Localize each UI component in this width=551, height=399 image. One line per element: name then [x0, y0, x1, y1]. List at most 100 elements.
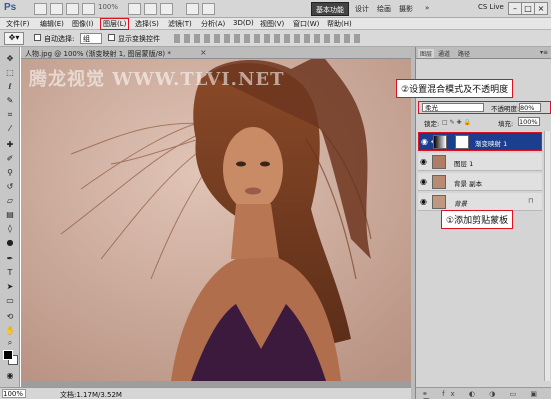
menu-bar: 文件(F) 编辑(E) 图像(I) 图层(L) 选择(S) 滤镜(T) 分析(A…: [0, 18, 551, 30]
workspace-photography-link[interactable]: 摄影: [399, 4, 413, 14]
arrange-documents-button[interactable]: [186, 3, 199, 15]
healing-brush-tool-icon[interactable]: ✚: [4, 139, 16, 150]
auto-select-checkbox[interactable]: [34, 34, 41, 41]
brush-tool-icon[interactable]: ✐: [4, 153, 16, 164]
fill-input[interactable]: 100%: [518, 117, 540, 126]
layer-actions-icons[interactable]: ⚭ fx ◐ ◑ ▭ ▣ 🗑: [422, 390, 551, 399]
menu-help[interactable]: 帮助(H): [325, 19, 354, 29]
layer-row-background-copy[interactable]: ◉ 背景 副本: [418, 173, 542, 191]
lock-fill-row: 锁定: □ ✎ ✚ 🔒 填充: 100%: [418, 117, 550, 128]
app-zoom-level[interactable]: 100%: [98, 3, 118, 11]
menu-file[interactable]: 文件(F): [4, 19, 32, 29]
image-canvas[interactable]: 腾龙视觉 WWW.TLVI.NET: [21, 59, 411, 381]
blend-mode-dropdown[interactable]: 柔光: [422, 103, 484, 112]
workspace-design-link[interactable]: 设计: [355, 4, 369, 14]
bridge-button[interactable]: [34, 3, 47, 15]
layers-scrollbar[interactable]: [544, 131, 550, 381]
quick-select-tool-icon[interactable]: ✎: [4, 95, 16, 106]
foreground-color-swatch[interactable]: [3, 350, 13, 360]
menu-layer[interactable]: 图层(L): [100, 18, 130, 30]
layer-thumbnail: [432, 175, 446, 189]
layer-name: 背景: [454, 200, 467, 208]
layer-row-gradient-map[interactable]: ◉ ↲ 渐变映射 1: [418, 132, 542, 151]
layer-row-layer1[interactable]: ◉ 图层 1: [418, 153, 542, 171]
visibility-eye-icon[interactable]: ◉: [420, 177, 429, 186]
view-extras-button[interactable]: [66, 3, 79, 15]
rotate-view-button[interactable]: [160, 3, 173, 15]
workspace-painting-link[interactable]: 绘画: [377, 4, 391, 14]
visibility-eye-icon[interactable]: ◉: [421, 137, 430, 146]
pen-tool-icon[interactable]: ✒: [4, 253, 16, 264]
clone-stamp-tool-icon[interactable]: ⚲: [4, 167, 16, 178]
lasso-tool-icon[interactable]: ℓ: [4, 81, 16, 92]
menu-image[interactable]: 图像(I): [70, 19, 96, 29]
document-window: 人物.jpg @ 100% (渐变映射 1, 图层蒙版/8) * × 腾龙视觉 …: [21, 47, 411, 387]
marquee-tool-icon[interactable]: ⬚: [4, 67, 16, 78]
menu-view[interactable]: 视图(V): [258, 19, 286, 29]
document-close-icon[interactable]: ×: [200, 48, 207, 57]
blur-tool-icon[interactable]: ◊: [4, 223, 16, 234]
show-transform-checkbox[interactable]: [108, 34, 115, 41]
auto-select-label: 自动选择:: [44, 35, 75, 43]
dodge-tool-icon[interactable]: ●: [4, 237, 16, 248]
auto-select-dropdown[interactable]: 组: [80, 33, 102, 44]
mini-bridge-button[interactable]: [50, 3, 63, 15]
menu-edit[interactable]: 编辑(E): [38, 19, 66, 29]
options-bar: ✥▾ 自动选择: 组 显示变换控件: [0, 30, 551, 47]
menu-filter[interactable]: 滤镜(T): [166, 19, 194, 29]
crop-tool-icon[interactable]: ⌗: [4, 109, 16, 120]
gradient-tool-icon[interactable]: ▤: [4, 209, 16, 220]
align-distribute-icons[interactable]: [174, 34, 364, 43]
shape-tool-icon[interactable]: ▭: [4, 295, 16, 306]
document-tab[interactable]: 人物.jpg @ 100% (渐变映射 1, 图层蒙版/8) * ×: [21, 47, 411, 59]
menu-select[interactable]: 选择(S): [133, 19, 161, 29]
close-icon[interactable]: ×: [534, 2, 548, 15]
move-tool-preset-icon[interactable]: ✥▾: [4, 32, 24, 45]
tab-channels[interactable]: 通道: [438, 49, 450, 58]
path-selection-tool-icon[interactable]: ➤: [4, 281, 16, 292]
panel-menu-icon[interactable]: ▾≡: [540, 49, 548, 56]
workspace-more-icon[interactable]: »: [425, 4, 429, 12]
layer-name: 背景 副本: [454, 180, 483, 188]
layer-name: 图层 1: [454, 160, 474, 168]
zoom-tool-button[interactable]: [144, 3, 157, 15]
workspace-essentials-button[interactable]: 基本功能: [311, 2, 349, 16]
visibility-eye-icon[interactable]: ◉: [420, 157, 429, 166]
document-title: 人物.jpg @ 100% (渐变映射 1, 图层蒙版/8) *: [25, 50, 171, 58]
screen-mode-button[interactable]: [202, 3, 215, 15]
callout-blend-opacity: ②设置混合模式及不透明度: [396, 79, 514, 98]
tab-layers[interactable]: 图层: [418, 49, 435, 58]
maximize-icon[interactable]: □: [521, 2, 535, 15]
zoom-tool-icon[interactable]: ⌕: [4, 337, 16, 348]
eyedropper-tool-icon[interactable]: ⁄: [4, 123, 16, 134]
hand-tool-icon[interactable]: ✋: [4, 325, 16, 336]
status-bar: 100% 文档:1.17M/3.52M: [0, 387, 411, 399]
minimize-icon[interactable]: –: [508, 2, 522, 15]
zoom-level-button[interactable]: [82, 3, 95, 15]
menu-window[interactable]: 窗口(W): [291, 19, 321, 29]
adjustment-thumbnail: [433, 135, 447, 149]
layer-row-background[interactable]: ◉ 背景 ⊓: [418, 193, 542, 211]
quick-mask-icon[interactable]: ◉: [4, 370, 16, 381]
status-document-info[interactable]: 文档:1.17M/3.52M: [60, 390, 122, 399]
lock-icons[interactable]: □ ✎ ✚ 🔒: [442, 119, 471, 126]
move-tool-icon[interactable]: ✥: [4, 53, 16, 64]
panel-footer: ⚭ fx ◐ ◑ ▭ ▣ 🗑: [416, 387, 551, 399]
layer-mask-thumbnail[interactable]: [455, 135, 469, 149]
history-brush-tool-icon[interactable]: ↺: [4, 181, 16, 192]
hand-tool-button[interactable]: [128, 3, 141, 15]
eraser-tool-icon[interactable]: ▱: [4, 195, 16, 206]
cs-live-button[interactable]: CS Live: [478, 3, 504, 11]
tab-paths[interactable]: 路径: [458, 49, 470, 58]
menu-analysis[interactable]: 分析(A): [199, 19, 227, 29]
menu-3d[interactable]: 3D(D): [231, 19, 256, 27]
type-tool-icon[interactable]: T: [4, 267, 16, 278]
layer-name: 渐变映射 1: [475, 140, 508, 148]
watermark-text: 腾龙视觉 WWW.TLVI.NET: [29, 69, 285, 90]
callout-clipping-mask: ①添加剪贴蒙板: [441, 210, 514, 229]
opacity-input[interactable]: 80%: [519, 103, 541, 112]
lock-icon: ⊓: [528, 197, 534, 205]
3d-rotate-tool-icon[interactable]: ⟲: [4, 311, 16, 322]
status-zoom-field[interactable]: 100%: [2, 389, 26, 398]
visibility-eye-icon[interactable]: ◉: [420, 197, 429, 206]
